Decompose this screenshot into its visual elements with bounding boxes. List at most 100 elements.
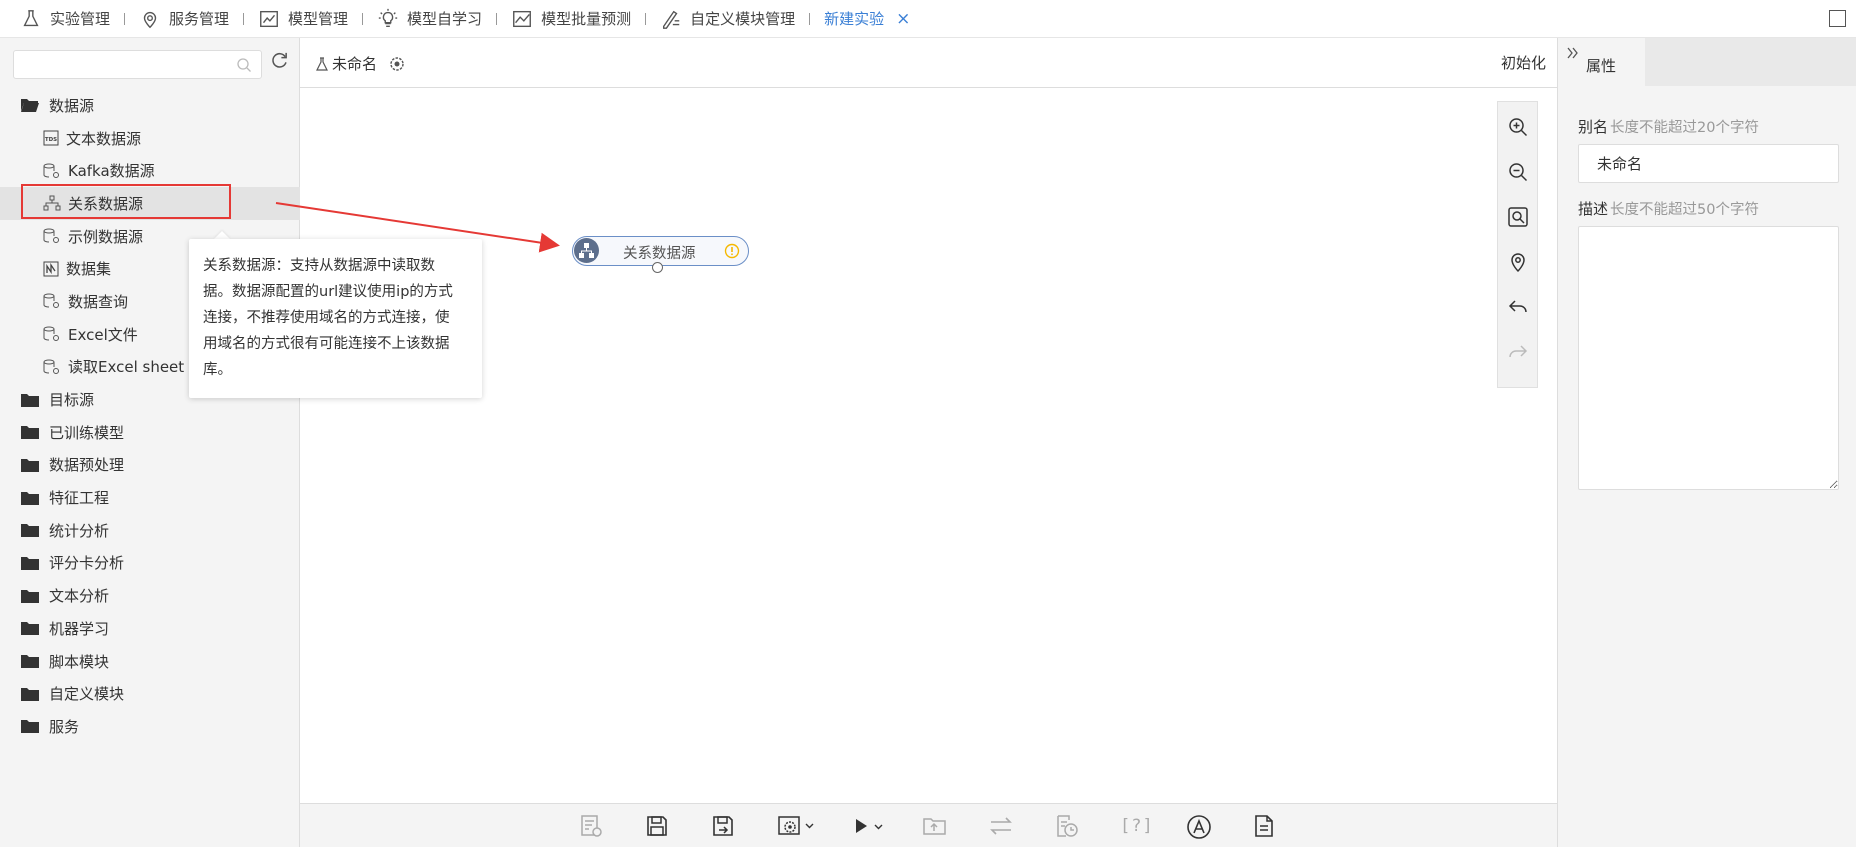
node-relation-icon — [574, 238, 599, 263]
properties-panel: 属性 别名长度不能超过20个字符 描述长度不能超过50个字符 — [1557, 38, 1856, 847]
folder-trained-models[interactable]: 已训练模型 — [0, 416, 300, 449]
module-label: 示例数据源 — [68, 227, 144, 246]
module-label: 文本数据源 — [66, 129, 142, 148]
tds-icon: TDS — [43, 130, 59, 146]
nav-label: 模型批量预测 — [541, 10, 632, 28]
relational-data-source-node[interactable]: 关系数据源 — [572, 236, 749, 266]
module-text-data-source[interactable]: TDS 文本数据源 — [0, 122, 300, 155]
zoom-out-icon[interactable] — [1507, 161, 1529, 183]
schedule-icon[interactable] — [1054, 814, 1080, 838]
folder-label: 统计分析 — [49, 521, 110, 540]
nav-experiment-management[interactable]: 实验管理 — [20, 0, 110, 38]
refresh-icon[interactable] — [270, 51, 289, 70]
close-tab-icon[interactable]: × — [896, 9, 910, 29]
folder-icon — [20, 686, 40, 702]
folder-data-preprocessing[interactable]: 数据预处理 — [0, 449, 300, 482]
export-icon[interactable] — [922, 814, 948, 838]
collapse-panel-icon[interactable] — [1567, 47, 1579, 59]
nav-divider — [124, 12, 126, 25]
nav-divider — [809, 12, 811, 25]
folder-text-analysis[interactable]: 文本分析 — [0, 579, 300, 612]
line-chart-icon — [511, 8, 533, 30]
folder-icon — [20, 555, 40, 571]
folder-statistical-analysis[interactable]: 统计分析 — [0, 514, 300, 547]
folder-icon — [20, 457, 40, 473]
folder-icon — [20, 522, 40, 538]
folder-scorecard-analysis[interactable]: 评分卡分析 — [0, 547, 300, 580]
db-gear-icon — [43, 228, 61, 244]
folder-icon — [20, 424, 40, 440]
module-label: 读取Excel sheet — [68, 358, 185, 377]
undo-icon[interactable] — [1507, 296, 1529, 318]
run-dropdown-icon[interactable] — [852, 814, 886, 838]
description-hint: 长度不能超过50个字符 — [1610, 202, 1759, 218]
folder-feature-engineering[interactable]: 特征工程 — [0, 481, 300, 514]
folder-machine-learning[interactable]: 机器学习 — [0, 612, 300, 645]
fit-view-icon[interactable] — [1507, 206, 1529, 228]
lightbulb-icon — [377, 8, 399, 30]
maximize-icon[interactable] — [1829, 10, 1846, 27]
module-tooltip: 关系数据源：支持从数据源中读取数 据。数据源配置的url建议使用ip的方式 连接… — [189, 239, 482, 398]
experiment-settings-icon[interactable] — [389, 56, 405, 72]
tooltip-arrow — [214, 231, 230, 239]
folder-data-source[interactable]: 数据源 — [0, 89, 300, 122]
folder-label: 已训练模型 — [49, 423, 125, 442]
folder-script-modules[interactable]: 脚本模块 — [0, 645, 300, 678]
module-search-input[interactable] — [14, 51, 261, 78]
help-icon[interactable]: [?] — [1120, 816, 1154, 836]
svg-text:TDS: TDS — [45, 137, 57, 143]
folder-icon — [20, 653, 40, 669]
folder-custom-modules[interactable]: 自定义模块 — [0, 677, 300, 710]
db-gear-icon — [43, 163, 61, 179]
search-icon[interactable] — [236, 57, 252, 73]
alias-field-label: 别名 长度不能超过20个字符 — [1578, 116, 1759, 137]
db-gear-icon — [43, 326, 61, 342]
nav-model-self-learning[interactable]: 模型自学习 — [377, 0, 482, 38]
tab-new-experiment[interactable]: 新建实验 — [824, 0, 884, 38]
locate-icon[interactable] — [1507, 251, 1529, 273]
alias-hint: 长度不能超过20个字符 — [1610, 120, 1759, 136]
description-input[interactable] — [1578, 226, 1839, 490]
initialize-button[interactable]: 初始化 — [1501, 52, 1546, 73]
node-output-port[interactable] — [652, 262, 663, 273]
warning-icon — [724, 243, 740, 259]
canvas-header: 未命名 初始化 — [300, 38, 1557, 88]
tooltip-line: 连接，不推荐使用域名的方式连接，使 — [203, 310, 450, 326]
zoom-in-icon[interactable] — [1507, 116, 1529, 138]
folder-label: 脚本模块 — [49, 652, 110, 671]
folder-icon — [20, 718, 40, 734]
tooltip-line: 关系数据源：支持从数据源中读取数 — [203, 258, 435, 274]
nav-custom-module-management[interactable]: 自定义模块管理 — [660, 0, 795, 38]
save-icon[interactable] — [645, 814, 669, 838]
auto-layout-icon[interactable] — [1186, 814, 1212, 840]
nav-label: 模型管理 — [288, 10, 349, 28]
module-label: 数据集 — [66, 260, 112, 279]
folder-open-icon — [20, 97, 40, 113]
tab-properties[interactable]: 属性 — [1558, 38, 1645, 86]
nav-service-management[interactable]: 服务管理 — [139, 0, 229, 38]
folder-services[interactable]: 服务 — [0, 710, 300, 743]
nav-label: 服务管理 — [169, 10, 230, 28]
module-relational-data-source[interactable]: 关系数据源 — [0, 187, 300, 220]
module-kafka-data-source[interactable]: Kafka数据源 — [0, 154, 300, 187]
nav-batch-prediction[interactable]: 模型批量预测 — [511, 0, 631, 38]
top-nav: 实验管理 服务管理 模型管理 模型自学习 模型批量预测 自定义模块管理 新建实验… — [0, 0, 1856, 38]
canvas-zoom-toolbar — [1497, 101, 1538, 388]
dataset-icon — [43, 261, 59, 277]
alias-input[interactable] — [1578, 144, 1839, 183]
swap-icon[interactable] — [988, 814, 1014, 838]
module-label: 数据查询 — [68, 292, 129, 311]
module-label: Kafka数据源 — [68, 162, 155, 181]
module-label: Excel文件 — [68, 325, 138, 344]
settings-dropdown-icon[interactable] — [777, 814, 815, 838]
tab-label: 新建实验 — [824, 10, 885, 28]
redo-icon[interactable] — [1507, 341, 1529, 363]
tooltip-line: 库。 — [203, 362, 232, 378]
document-icon[interactable] — [1252, 814, 1276, 838]
tooltip-line: 用域名的方式很有可能连接不上该数据 — [203, 336, 450, 352]
folder-label: 目标源 — [49, 391, 95, 410]
save-as-icon[interactable] — [711, 814, 735, 838]
run-log-icon[interactable] — [579, 814, 603, 838]
location-gear-icon — [139, 8, 161, 30]
nav-model-management[interactable]: 模型管理 — [258, 0, 348, 38]
